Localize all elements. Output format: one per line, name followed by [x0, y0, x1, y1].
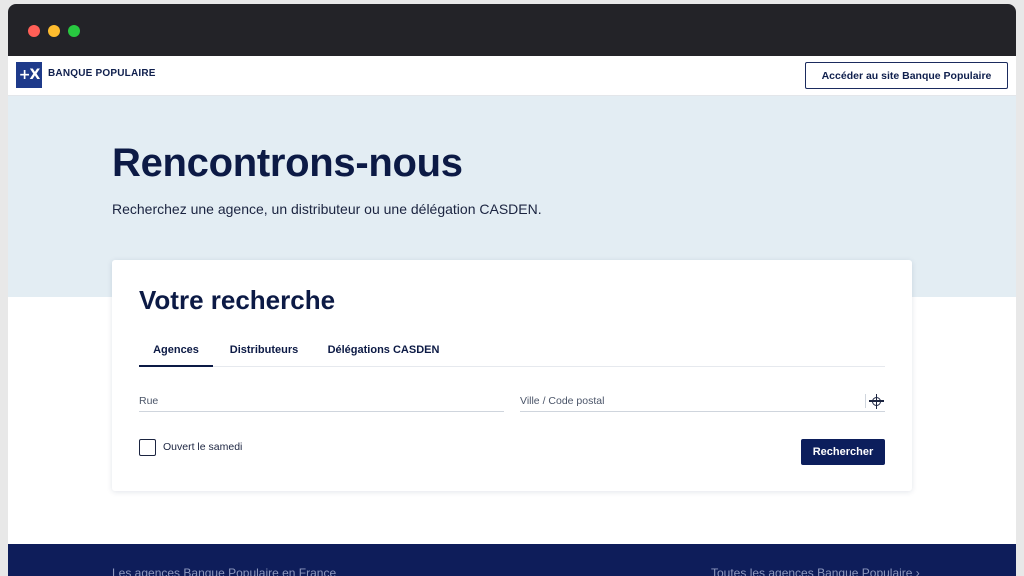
tab-delegations-casden[interactable]: Délégations CASDEN: [326, 336, 441, 367]
page-title: Rencontrons-nous: [112, 141, 463, 185]
geolocate-button[interactable]: [865, 393, 884, 409]
tab-agences[interactable]: Agences: [139, 336, 213, 367]
footer-band: Les agences Banque Populaire en France T…: [8, 544, 1016, 576]
access-site-button[interactable]: Accéder au site Banque Populaire: [805, 62, 1008, 89]
street-placeholder: Rue: [139, 395, 159, 407]
page-subtitle: Recherchez une agence, un distributeur o…: [112, 201, 542, 217]
search-submit-button[interactable]: Rechercher: [801, 439, 885, 465]
minimize-window-button[interactable]: [48, 25, 60, 37]
footer-heading: Les agences Banque Populaire en France: [112, 566, 337, 576]
city-postal-input[interactable]: Ville / Code postal: [520, 392, 885, 412]
banque-populaire-logo-icon[interactable]: +X: [16, 62, 42, 88]
brand-name[interactable]: BANQUE POPULAIRE: [48, 68, 156, 79]
all-agencies-link[interactable]: Toutes les agences Banque Populaire ›: [711, 566, 920, 576]
city-postal-placeholder: Ville / Code postal: [520, 395, 605, 407]
browser-window: +X BANQUE POPULAIRE Accéder au site Banq…: [8, 4, 1016, 576]
close-window-button[interactable]: [28, 25, 40, 37]
crosshair-icon: [869, 393, 884, 409]
open-saturday-checkbox[interactable]: [139, 439, 156, 456]
search-tabs: Agences Distributeurs Délégations CASDEN: [139, 336, 885, 367]
search-card: Votre recherche Agences Distributeurs Dé…: [112, 260, 912, 491]
search-title: Votre recherche: [139, 285, 336, 315]
window-titlebar: [8, 4, 1016, 56]
site-header: +X BANQUE POPULAIRE Accéder au site Banq…: [8, 56, 1016, 96]
tab-distributeurs[interactable]: Distributeurs: [224, 336, 304, 367]
open-saturday-label[interactable]: Ouvert le samedi: [163, 441, 242, 453]
street-input[interactable]: Rue: [139, 392, 504, 412]
maximize-window-button[interactable]: [68, 25, 80, 37]
